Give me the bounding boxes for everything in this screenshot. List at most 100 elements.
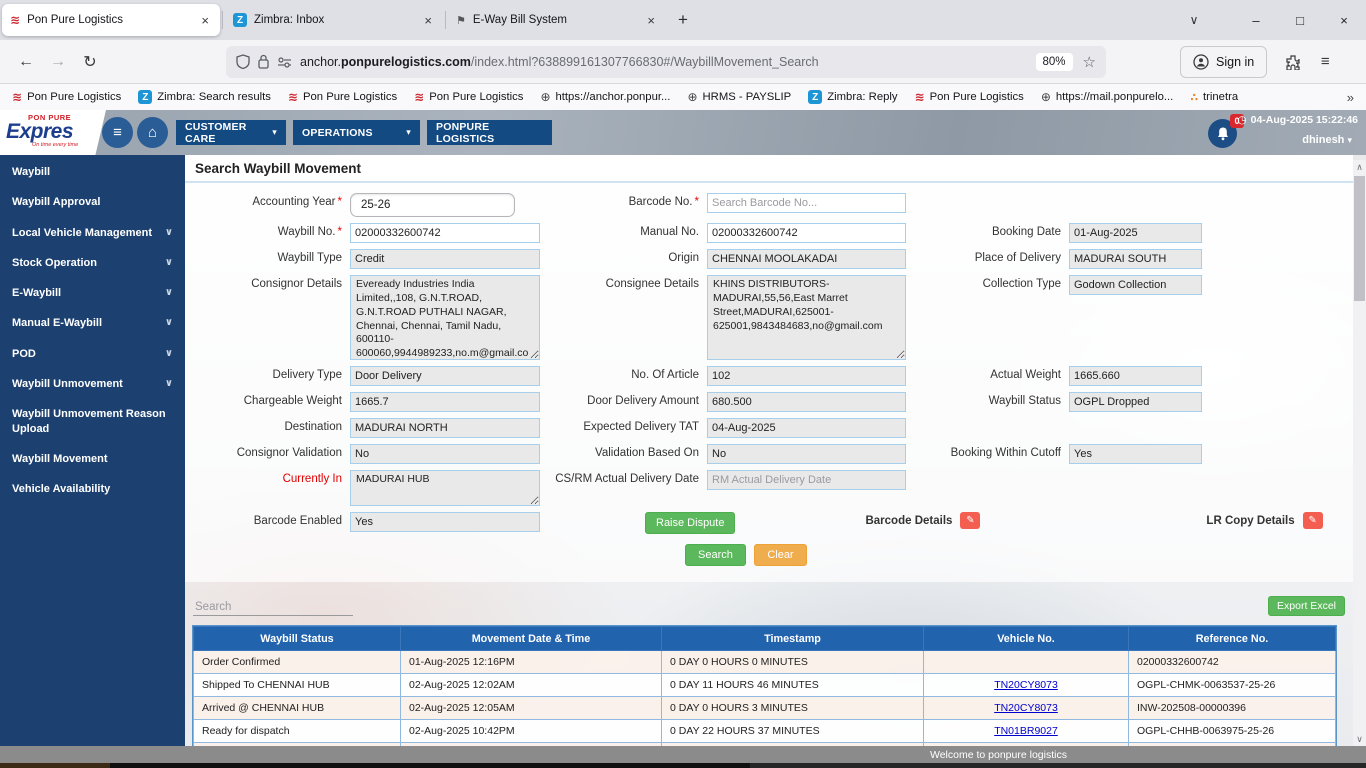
- home-icon: ⌂: [147, 124, 158, 141]
- tab-close-icon[interactable]: ×: [198, 13, 212, 28]
- waybill-status-input[interactable]: [1069, 392, 1202, 412]
- booking-date-input[interactable]: [1069, 223, 1202, 243]
- bookmarks-overflow-icon[interactable]: »: [1347, 90, 1354, 105]
- booking-within-cutoff-input[interactable]: [1069, 444, 1202, 464]
- sidebar-item-pod[interactable]: POD ∨: [0, 339, 185, 369]
- actual-weight-input[interactable]: [1069, 366, 1202, 386]
- door-delivery-amount-input[interactable]: [707, 392, 906, 412]
- tab-eway-bill-system[interactable]: ⚑ E-Way Bill System ×: [448, 4, 666, 36]
- scroll-up-icon[interactable]: ∧: [1353, 160, 1366, 174]
- chargeable-weight-input[interactable]: [350, 392, 540, 412]
- user-menu[interactable]: dhinesh ▾: [1302, 134, 1352, 146]
- expected-delivery-tat-input[interactable]: [707, 418, 906, 438]
- lock-icon[interactable]: [258, 54, 269, 69]
- origin-input[interactable]: [707, 249, 906, 269]
- bookmark-zimbra-reply[interactable]: Z Zimbra: Reply: [808, 90, 898, 104]
- bookmark-anchor-url[interactable]: ⊕ https://anchor.ponpur...: [540, 90, 670, 104]
- back-icon[interactable]: ←: [10, 47, 42, 77]
- sidebar-item-waybill-approval[interactable]: Waybill Approval: [0, 187, 185, 217]
- menu-customer-care[interactable]: CUSTOMER CARE ▾: [176, 120, 286, 145]
- consignor-validation-input[interactable]: [350, 444, 540, 464]
- home-button[interactable]: ⌂: [137, 117, 168, 148]
- sidebar-item-e-waybill[interactable]: E-Waybill ∨: [0, 278, 185, 308]
- bookmark-pon-pure-logistics[interactable]: ≋ Pon Pure Logistics: [915, 90, 1024, 104]
- collection-type-input[interactable]: [1069, 275, 1202, 295]
- sidebar-item-stock-operation[interactable]: Stock Operation ∨: [0, 248, 185, 278]
- bookmark-pon-pure-logistics[interactable]: ≋ Pon Pure Logistics: [414, 90, 523, 104]
- consignee-details-textarea[interactable]: KHINS DISTRIBUTORS-MADURAI,55,56,East Ma…: [707, 275, 906, 360]
- forward-icon[interactable]: →: [42, 47, 74, 77]
- table-search-input[interactable]: [193, 599, 353, 616]
- tab-zimbra-inbox[interactable]: Z Zimbra: Inbox ×: [225, 4, 443, 36]
- barcode-details-edit-button[interactable]: ✎: [960, 512, 981, 529]
- bookmark-star-icon[interactable]: ☆: [1083, 53, 1096, 71]
- currently-in-textarea[interactable]: MADURAI HUB: [350, 470, 540, 506]
- csrm-actual-delivery-date-input[interactable]: [707, 470, 906, 490]
- export-excel-button[interactable]: Export Excel: [1268, 596, 1345, 616]
- sidebar-item-waybill-unmovement-reason-upload[interactable]: Waybill Unmovement Reason Upload: [0, 399, 185, 444]
- validation-based-on-input[interactable]: [707, 444, 906, 464]
- sidebar-item-waybill[interactable]: Waybill: [0, 157, 185, 187]
- bookmark-hrms-payslip[interactable]: ⊕ HRMS - PAYSLIP: [687, 90, 791, 104]
- chevron-down-icon: ∨: [164, 287, 173, 299]
- sidebar-item-manual-e-waybill[interactable]: Manual E-Waybill ∨: [0, 308, 185, 338]
- manual-no-input[interactable]: [707, 223, 906, 243]
- sidebar-item-waybill-unmovement[interactable]: Waybill Unmovement ∨: [0, 369, 185, 399]
- firefox-sign-in-button[interactable]: Sign in: [1180, 45, 1268, 78]
- permissions-icon[interactable]: [277, 56, 292, 68]
- lr-copy-details-edit-button[interactable]: ✎: [1302, 512, 1323, 529]
- waybill-no-input[interactable]: [350, 223, 540, 243]
- sidebar-item-local-vehicle-management[interactable]: Local Vehicle Management ∨: [0, 218, 185, 248]
- waybill-type-label: Waybill Type: [277, 252, 342, 264]
- consignor-details-textarea[interactable]: Eveready Industries India Limited,,108, …: [350, 275, 540, 360]
- no-of-article-input[interactable]: [707, 366, 906, 386]
- scroll-down-icon[interactable]: ∨: [1353, 732, 1366, 746]
- sidebar-toggle-button[interactable]: ≡: [102, 117, 133, 148]
- tab-pon-pure-logistics[interactable]: ≋ Pon Pure Logistics ×: [2, 4, 220, 36]
- menu-ponpure-logistics[interactable]: PONPURE LOGISTICS: [427, 120, 552, 145]
- destination-input[interactable]: [350, 418, 540, 438]
- timestamp-cell: 0 DAY 11 HOURS 46 MINUTES: [661, 673, 924, 697]
- url-text[interactable]: anchor.ponpurelogistics.com/index.html?6…: [300, 55, 1036, 69]
- search-button[interactable]: Search: [685, 544, 746, 566]
- sidebar-nav: Waybill Waybill Approval Local Vehicle M…: [0, 155, 185, 746]
- shield-icon[interactable]: [236, 54, 250, 69]
- window-maximize-button[interactable]: □: [1278, 1, 1322, 39]
- zoom-level-indicator[interactable]: 80%: [1035, 52, 1073, 71]
- waybill-type-input[interactable]: [350, 249, 540, 269]
- reference-no-cell: OGPL-CHMK-0063537-25-26: [1128, 673, 1336, 697]
- window-minimize-button[interactable]: –: [1234, 1, 1278, 39]
- barcode-no-input[interactable]: [707, 193, 906, 213]
- window-close-button[interactable]: ×: [1322, 1, 1366, 39]
- tab-close-icon[interactable]: ×: [644, 13, 658, 28]
- bookmark-mail-url[interactable]: ⊕ https://mail.ponpurelo...: [1041, 90, 1174, 104]
- reference-no-cell: INW-202508-00000396: [1128, 696, 1336, 720]
- clear-button[interactable]: Clear: [754, 544, 807, 566]
- page-scrollbar[interactable]: ∧ ∨: [1353, 160, 1366, 746]
- menu-hamburger-icon[interactable]: ≡: [1309, 47, 1341, 77]
- ponpure-express-logo[interactable]: PON PURE Expres On time every time: [0, 110, 106, 155]
- scrollbar-thumb[interactable]: [1354, 176, 1365, 301]
- list-all-tabs-icon[interactable]: ∨: [1178, 13, 1210, 27]
- extensions-puzzle-icon[interactable]: [1277, 47, 1309, 77]
- bookmark-trinetra[interactable]: ∴ trinetra: [1190, 91, 1238, 104]
- bookmark-pon-pure-logistics[interactable]: ≋ Pon Pure Logistics: [12, 90, 121, 104]
- barcode-enabled-label: Barcode Enabled: [253, 515, 342, 527]
- vehicle-no-link[interactable]: TN20CY8073: [994, 679, 1058, 691]
- place-of-delivery-input[interactable]: [1069, 249, 1202, 269]
- barcode-enabled-input[interactable]: [350, 512, 540, 532]
- tab-close-icon[interactable]: ×: [421, 13, 435, 28]
- sidebar-item-vehicle-availability[interactable]: Vehicle Availability: [0, 474, 185, 504]
- vehicle-no-link[interactable]: TN20CY8073: [994, 702, 1058, 714]
- raise-dispute-button[interactable]: Raise Dispute: [645, 512, 736, 534]
- reload-icon[interactable]: ↻: [74, 47, 106, 77]
- delivery-type-input[interactable]: [350, 366, 540, 386]
- sidebar-item-waybill-movement[interactable]: Waybill Movement: [0, 444, 185, 474]
- bookmark-zimbra-search-results[interactable]: Z Zimbra: Search results: [138, 90, 271, 104]
- accounting-year-select[interactable]: 25-26: [350, 193, 515, 217]
- vehicle-no-link[interactable]: TN01BR9027: [994, 725, 1058, 737]
- menu-operations[interactable]: OPERATIONS ▾: [293, 120, 420, 145]
- address-bar[interactable]: anchor.ponpurelogistics.com/index.html?6…: [226, 45, 1106, 78]
- new-tab-button[interactable]: +: [668, 8, 698, 32]
- bookmark-pon-pure-logistics[interactable]: ≋ Pon Pure Logistics: [288, 90, 397, 104]
